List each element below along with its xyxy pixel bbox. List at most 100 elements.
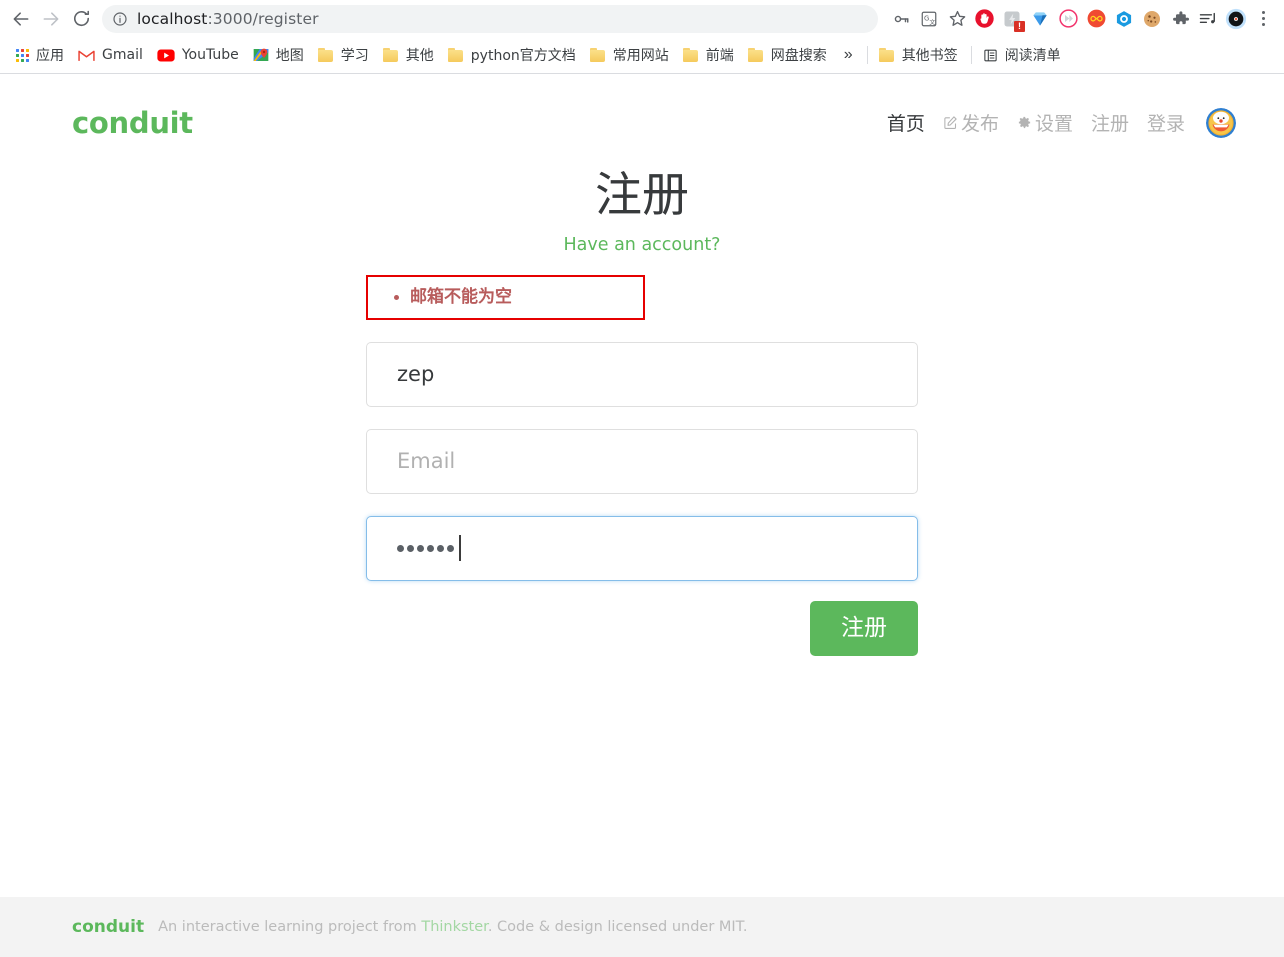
extension-alert-badge: ! [1014, 20, 1025, 32]
bookmarks-overflow-button[interactable]: » [835, 46, 862, 64]
bookmark-label: 常用网站 [612, 48, 669, 64]
bookmark-folder-python-docs[interactable]: python官方文档 [442, 42, 584, 68]
have-an-account-link[interactable]: Have an account? [564, 235, 721, 255]
playlist-music-icon[interactable] [1194, 5, 1222, 33]
gmail-icon [78, 49, 95, 62]
nav-item-register[interactable]: 注册 [1082, 109, 1138, 136]
address-bar[interactable]: localhost:3000/register [102, 4, 878, 33]
auth-page: 注册 Have an account? 邮箱不能为空 zep Email 注册 [0, 152, 1284, 897]
bookmark-label: 其他 [405, 48, 434, 64]
bookmarks-divider [866, 46, 868, 64]
adblock-stop-icon[interactable] [970, 5, 998, 33]
browser-toolbar: localhost:3000/register G 文 ! [0, 0, 1284, 37]
site-footer: conduit An interactive learning project … [0, 897, 1284, 957]
bookmark-folder-netdisk-search[interactable]: 网盘搜索 [742, 42, 835, 68]
puzzle-extensions-icon[interactable] [1166, 5, 1194, 33]
register-submit-button[interactable]: 注册 [810, 600, 918, 657]
error-list: 邮箱不能为空 [368, 286, 643, 308]
reading-list-button[interactable]: 阅读清单 [977, 42, 1069, 68]
bookmark-label: YouTube [181, 47, 239, 63]
nav-label: 首页 [886, 113, 925, 135]
bookmark-maps[interactable]: 地图 [247, 42, 312, 68]
page-title: 注册 [595, 168, 689, 223]
bookmark-gmail[interactable]: Gmail [72, 42, 151, 68]
nav-label: 设置 [1034, 113, 1073, 135]
translate-icon[interactable]: G 文 [916, 6, 942, 32]
footer-text-after: . Code & design licensed under MIT. [487, 919, 748, 935]
browser-window: localhost:3000/register G 文 ! 应用 Gmail Y… [0, 0, 1284, 957]
bookmark-label: 其他书签 [901, 48, 958, 64]
site-navbar: conduit 首页 发布 设置 注册 登录 [0, 93, 1284, 152]
bookmark-label: Gmail [102, 47, 143, 63]
forward-button[interactable] [36, 4, 66, 34]
footer-attribution: An interactive learning project from Thi… [158, 919, 747, 935]
apps-grid-icon [16, 48, 29, 62]
username-value: zep [397, 362, 435, 387]
bookmark-folder-frontend[interactable]: 前端 [677, 42, 742, 68]
youtube-icon [157, 49, 175, 62]
folder-icon [878, 48, 895, 62]
bookmark-youtube[interactable]: YouTube [151, 42, 247, 68]
nav-item-home[interactable]: 首页 [878, 109, 934, 136]
reload-icon [73, 10, 89, 27]
username-input[interactable]: zep [366, 341, 918, 407]
folder-icon [447, 48, 464, 62]
broken-extension-icon[interactable]: ! [998, 5, 1026, 33]
submit-row: 注册 [366, 600, 918, 657]
bookmarks-bar: 应用 Gmail YouTube 地图 学习 其他 python官方文档 常用网… [0, 37, 1284, 74]
folder-icon [747, 48, 764, 62]
fast-forward-icon[interactable] [1054, 5, 1082, 33]
bookmark-folder-other[interactable]: 其他 [377, 42, 442, 68]
nav-item-new-article[interactable]: 发布 [934, 109, 1008, 136]
nav-item-settings[interactable]: 设置 [1008, 109, 1082, 136]
folder-icon [382, 48, 399, 62]
nav-label: 登录 [1146, 113, 1185, 135]
forward-arrow-icon [43, 11, 59, 26]
vinyl-record-icon[interactable] [1222, 5, 1250, 33]
nav-label: 注册 [1090, 113, 1129, 135]
url-path: :3000/register [207, 9, 319, 28]
footer-brand-logo[interactable]: conduit [72, 917, 144, 937]
bookmark-label: 网盘搜索 [770, 48, 827, 64]
bookmark-label: 学习 [340, 48, 369, 64]
infinity-icon[interactable] [1082, 5, 1110, 33]
email-placeholder: Email [397, 449, 456, 474]
google-maps-icon [253, 47, 269, 63]
back-arrow-icon [13, 11, 29, 26]
site-brand-logo[interactable]: conduit [72, 106, 193, 140]
bookmark-apps[interactable]: 应用 [10, 42, 72, 68]
auth-form: 邮箱不能为空 zep Email 注册 [366, 274, 918, 657]
avatar[interactable] [1206, 107, 1236, 138]
footer-text-before: An interactive learning project from [158, 919, 422, 935]
extension-icons: ! [970, 5, 1250, 33]
omnibox-actions: G 文 [888, 6, 970, 32]
nav-item-login[interactable]: 登录 [1138, 109, 1194, 136]
back-button[interactable] [6, 4, 36, 34]
page-viewport: conduit 首页 发布 设置 注册 登录 注册 Have an accoun… [0, 74, 1284, 957]
gear-icon [1017, 115, 1032, 130]
bookmark-folder-common-sites[interactable]: 常用网站 [584, 42, 677, 68]
password-masked-value [397, 544, 454, 552]
navbar-links: 首页 发布 设置 注册 登录 [878, 107, 1236, 138]
email-input[interactable]: Email [366, 428, 918, 494]
bookmark-star-icon[interactable] [944, 6, 970, 32]
svg-text:G: G [924, 14, 929, 22]
reading-list-icon [983, 48, 998, 63]
bookmarks-divider-2 [970, 46, 972, 64]
folder-icon [589, 48, 606, 62]
chrome-menu-button[interactable] [1250, 5, 1276, 33]
bookmark-label: 前端 [705, 48, 734, 64]
text-cursor [459, 535, 461, 562]
reload-button[interactable] [66, 4, 96, 34]
thinkster-link[interactable]: Thinkster [421, 919, 487, 935]
site-info-icon[interactable] [112, 11, 128, 27]
hexagon-icon[interactable] [1110, 5, 1138, 33]
bookmark-label: 应用 [36, 48, 64, 64]
password-key-icon[interactable] [888, 6, 914, 32]
cookie-icon[interactable] [1138, 5, 1166, 33]
bookmark-other-bookmarks[interactable]: 其他书签 [873, 42, 966, 68]
diamond-icon[interactable] [1026, 5, 1054, 33]
auth-switch-row: Have an account? [0, 235, 1284, 255]
password-input[interactable] [366, 515, 918, 581]
bookmark-folder-study[interactable]: 学习 [312, 42, 377, 68]
